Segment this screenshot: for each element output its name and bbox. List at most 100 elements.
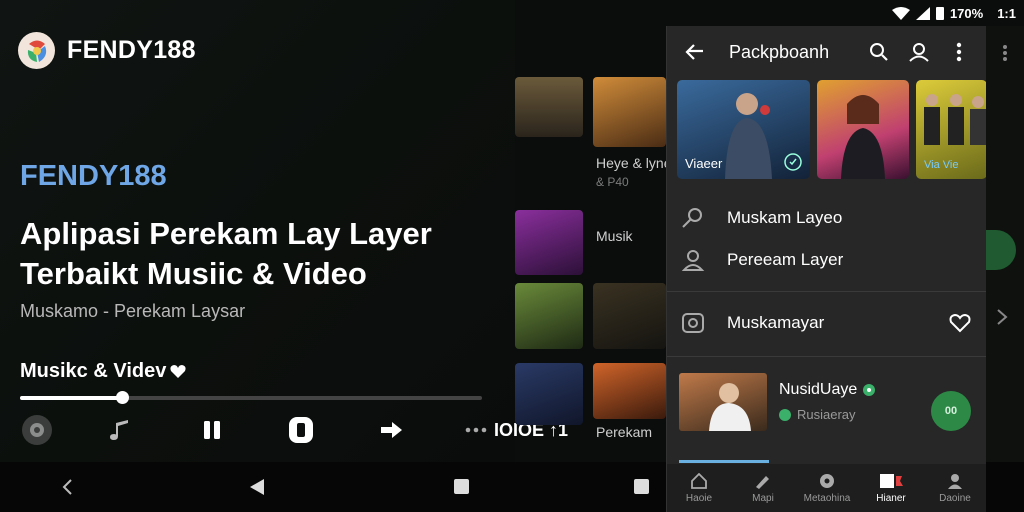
palette-icon [820,473,834,488]
stop-button[interactable] [284,414,318,446]
brand-name: FENDY188 [67,36,196,64]
back-triangle-icon[interactable] [249,478,265,496]
grid-thumb[interactable] [515,283,583,349]
system-nav-right [986,462,1024,512]
progress-knob[interactable] [115,391,129,404]
pin-icon [682,208,702,228]
card-label: Via Vie [924,159,959,171]
arrow-left-icon [685,44,703,60]
card-label: Viaeer [685,156,723,171]
grid-thumb[interactable] [515,77,583,137]
bookmark-icon [880,473,903,488]
featured-person-art [709,383,751,431]
nav-label: Daoine [939,492,971,504]
pause-button[interactable] [198,414,226,446]
stop-icon [289,417,313,443]
signal-icon [915,6,930,20]
featured-thumb [679,373,767,431]
play-badge-icon [784,153,802,171]
menu-item-muskam-layeo[interactable]: Muskam Layeo [667,198,987,238]
nav-daoine[interactable]: Daoine [923,473,987,504]
featured-title: NusidUaye [779,381,876,399]
person-icon [948,473,962,489]
more-button[interactable] [462,414,490,446]
user-search-icon [909,43,929,62]
verified-icon [863,384,876,396]
wifi-icon [891,6,910,20]
back-icon[interactable] [61,478,73,496]
video-card[interactable]: Viaeer [677,80,810,179]
green-dot-icon [779,408,791,421]
music-note-button[interactable] [104,414,134,446]
system-nav-bar [0,462,666,512]
divider [667,356,987,357]
video-card[interactable]: Via Vie [916,80,987,179]
battery-percent: 170% [949,5,984,21]
disc-icon [22,415,52,445]
brand[interactable]: FENDY188 [18,32,196,69]
profile-button[interactable] [906,39,932,65]
edge-strip [986,26,1024,462]
forward-button[interactable] [376,414,406,446]
search-icon [870,43,888,61]
pause-icon [204,421,220,439]
brush-icon [756,475,769,489]
video-card[interactable] [817,80,909,179]
brand-logo [18,32,55,69]
grid-thumb[interactable] [515,210,583,275]
featured-subtitle: Rusiaeray [779,407,856,422]
hero-section: FENDY188 FENDY188 Aplipasi Perekam Lay L… [0,0,568,462]
more-vertical-icon[interactable] [1002,44,1008,62]
nav-machine[interactable]: Metaohina [795,473,859,504]
more-horizontal-icon [465,427,487,433]
chevron-right-icon[interactable] [996,308,1008,326]
fab-button[interactable]: 00 [931,391,971,431]
music-note-icon [110,420,128,440]
clock: 1:1 [997,5,1016,21]
panel-header: Packpboanh [667,26,986,78]
progress-bar[interactable] [20,391,482,404]
progress-fill [20,396,122,400]
grid-thumb[interactable] [515,363,583,425]
hero-title: Aplipasi Perekam Lay Layer Terbaikt Musi… [20,216,432,291]
panel-bottom-nav: Haoie Mapi Metaohina Hianer Daoine [667,464,987,512]
nav-label: Mapi [752,492,774,504]
grid-thumb[interactable] [593,77,666,147]
video-cards: Viaeer Via Vie [677,80,987,180]
home-square-icon[interactable] [453,478,470,495]
hero-caption: Muskamo - Perekam Laysar [20,301,246,321]
menu-item-label: Muskamayar [727,313,825,332]
grid-thumb[interactable] [593,283,666,349]
menu-item-pereeam-layer[interactable]: Pereeam Layer [667,240,987,280]
search-button[interactable] [866,39,892,65]
hero-subtitle: FENDY188 [20,160,167,192]
nav-map[interactable]: Mapi [731,473,795,504]
overflow-menu-button[interactable] [946,39,972,65]
recents-square-icon[interactable] [633,478,650,495]
arrow-right-icon [381,422,402,438]
menu-item-muskamayar[interactable]: Muskamayar [667,303,987,343]
heart-icon[interactable] [170,364,186,379]
divider [667,291,987,292]
status-bar: 170% 1:1 [891,0,1024,26]
grid-item-title: Heye & lyne [596,155,672,171]
battery-icon [935,7,944,20]
disc-button[interactable] [20,414,54,446]
nav-hianer[interactable]: Hianer [859,473,923,504]
user-icon [681,250,705,271]
now-playing-label: Musikc & Videv [20,360,167,382]
camera-icon [682,313,704,333]
more-vertical-icon [956,42,962,62]
grid-thumb[interactable] [593,363,666,419]
grid-item-title: Perekam [596,424,653,440]
back-button[interactable] [681,39,707,65]
grid-item-title: Musik [596,228,633,244]
side-panel: Packpboanh Viaeer Via Vie Muskam Layeo P… [666,26,987,512]
card-person-art [841,95,885,179]
edge-fab[interactable] [986,230,1016,270]
heart-outline-icon[interactable] [949,313,971,333]
nav-label: Hianer [876,492,906,504]
menu-item-label: Pereeam Layer [727,250,844,269]
grid-item-sub: & P40 [596,175,629,189]
nav-home[interactable]: Haoie [667,472,731,504]
